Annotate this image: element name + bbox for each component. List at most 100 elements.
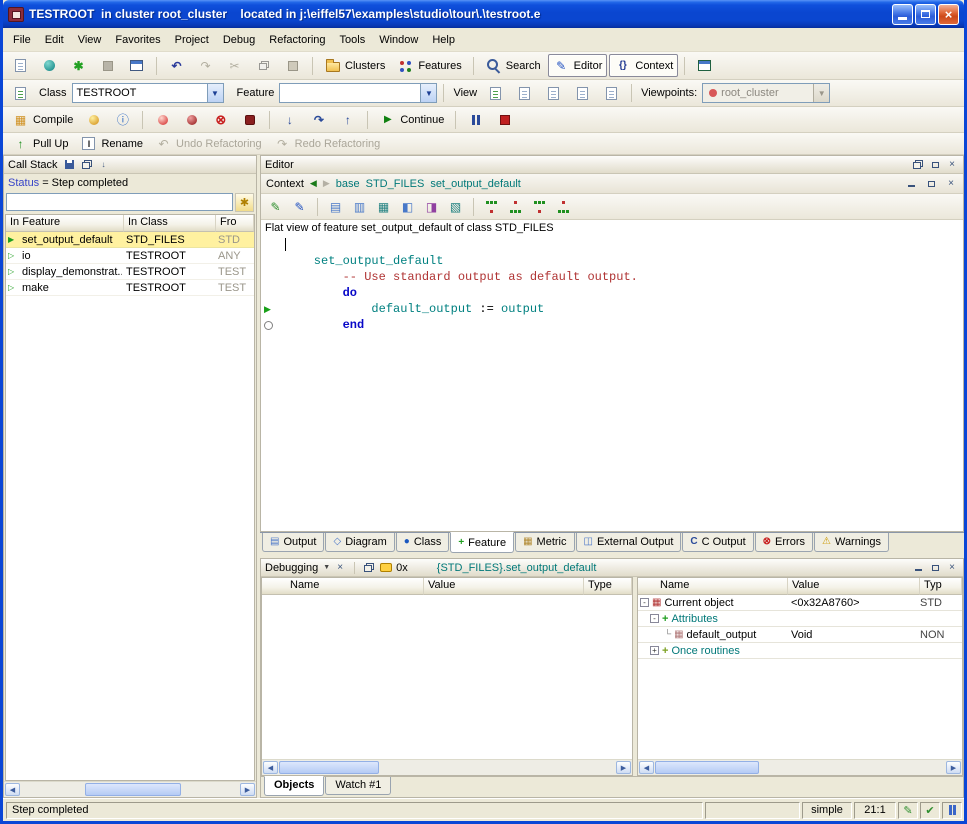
undo-button[interactable]: ↶ xyxy=(163,54,190,77)
menu-help[interactable]: Help xyxy=(425,31,462,49)
tab-objects[interactable]: Objects xyxy=(264,776,324,796)
tab-output[interactable]: ▤Output xyxy=(262,533,324,552)
code-line[interactable]: end xyxy=(261,317,963,333)
chevron-down-icon[interactable]: ▼ xyxy=(207,84,223,102)
ancestors-button[interactable] xyxy=(481,196,502,217)
tab-metric[interactable]: ▦Metric xyxy=(515,533,574,552)
cut-button[interactable]: ✂ xyxy=(221,54,248,77)
finalize-button[interactable] xyxy=(178,108,205,131)
paste-button[interactable] xyxy=(279,54,306,77)
tab-watch-1[interactable]: Watch #1 xyxy=(325,777,391,795)
tab-warnings[interactable]: ⚠Warnings xyxy=(814,533,889,552)
step-into-button[interactable]: ↓ xyxy=(276,108,303,131)
menu-debug[interactable]: Debug xyxy=(216,31,262,49)
minimize-panel-button[interactable] xyxy=(911,561,925,574)
watch-hscrollbar[interactable]: ◀ ▶ xyxy=(262,759,632,775)
app-icon[interactable] xyxy=(8,7,24,22)
scroll-right-button[interactable]: ▶ xyxy=(946,761,961,774)
breadcrumb-cluster[interactable]: base xyxy=(336,178,360,190)
step-over-button[interactable]: ↷ xyxy=(305,108,332,131)
features-button[interactable]: Features xyxy=(392,54,466,77)
tab-feature[interactable]: +Feature xyxy=(450,532,514,553)
tab-errors[interactable]: ⊗Errors xyxy=(755,533,813,552)
collapse-icon[interactable]: - xyxy=(640,598,649,607)
feature-clauses-button[interactable]: ▥ xyxy=(349,196,370,217)
call-stack-row[interactable]: ▷ display_demonstrat... TESTROOT TEST xyxy=(6,264,254,280)
minimize-button[interactable] xyxy=(892,4,913,25)
scroll-left-button[interactable]: ◀ xyxy=(263,761,278,774)
scroll-left-button[interactable]: ◀ xyxy=(5,783,20,796)
undo-refactoring-button[interactable]: ↶Undo Refactoring xyxy=(150,132,267,155)
close-panel-button[interactable]: × xyxy=(945,561,959,574)
menu-favorites[interactable]: Favorites xyxy=(108,31,167,49)
save-all-button[interactable] xyxy=(123,54,150,77)
external-commands-button[interactable] xyxy=(691,54,718,77)
once-features-button[interactable]: ▧ xyxy=(445,196,466,217)
flat-view-button[interactable] xyxy=(540,82,567,105)
code-line[interactable]: set_output_default xyxy=(261,253,963,269)
close-debug-button[interactable]: × xyxy=(333,561,347,574)
save-button[interactable] xyxy=(94,54,121,77)
step-out-button[interactable]: ↑ xyxy=(334,108,361,131)
menu-project[interactable]: Project xyxy=(168,31,216,49)
expand-icon[interactable]: + xyxy=(650,646,659,655)
scrollbar-track[interactable] xyxy=(21,783,239,796)
code-line[interactable] xyxy=(261,237,963,253)
dropdown-button[interactable]: ↓ xyxy=(97,158,111,171)
debugging-header[interactable]: Debugging ▼ × 0x {STD_FILES}.set_output_… xyxy=(261,559,963,577)
compile-button[interactable]: ▦Compile xyxy=(7,108,78,131)
callees-button[interactable] xyxy=(553,196,574,217)
rename-button[interactable]: IRename xyxy=(75,132,148,155)
close-panel-button[interactable]: × xyxy=(944,177,958,190)
object-tree-row[interactable]: └▦default_output Void NON xyxy=(638,627,962,643)
scroll-right-button[interactable]: ▶ xyxy=(240,783,255,796)
context-toggle-button[interactable]: {}Context xyxy=(609,54,678,77)
column-header-in-class[interactable]: In Class xyxy=(124,215,216,232)
breakpoint-slot-icon[interactable] xyxy=(264,321,273,330)
save-state-button[interactable]: ✔ xyxy=(920,802,940,819)
edit-feature-button[interactable]: ✎ xyxy=(265,196,286,217)
column-mode-button[interactable] xyxy=(942,802,962,819)
history-forward-icon[interactable]: ▶ xyxy=(323,178,330,189)
tab-class[interactable]: ●Class xyxy=(396,533,450,552)
column-header-type[interactable]: Type xyxy=(584,578,632,595)
new-document-button[interactable] xyxy=(7,54,34,77)
maximize-panel-button[interactable] xyxy=(928,158,942,171)
viewpoints-combo[interactable]: root_cluster ▼ xyxy=(702,83,830,103)
undock-button[interactable] xyxy=(911,158,925,171)
routines-button[interactable]: ▦ xyxy=(373,196,394,217)
column-header-from[interactable]: Fro xyxy=(216,215,254,232)
attributes-view-button[interactable]: ◧ xyxy=(397,196,418,217)
menu-tools[interactable]: Tools xyxy=(333,31,373,49)
class-combo-value[interactable]: TESTROOT xyxy=(73,87,207,99)
collapse-icon[interactable]: - xyxy=(650,614,659,623)
terminate-c-button[interactable] xyxy=(236,108,263,131)
code-line[interactable]: ▶ default_output := output xyxy=(261,301,963,317)
column-header-name[interactable]: Name xyxy=(262,578,424,595)
menu-file[interactable]: File xyxy=(6,31,38,49)
chevron-down-icon[interactable]: ▼ xyxy=(813,84,829,102)
search-button[interactable]: Search xyxy=(480,54,546,77)
close-panel-button[interactable]: × xyxy=(945,158,959,171)
call-stack-row[interactable]: ▷ make TESTROOT TEST xyxy=(6,280,254,296)
chevron-down-icon[interactable]: ▼ xyxy=(420,84,436,102)
freeze-button[interactable] xyxy=(149,108,176,131)
descendants-button[interactable] xyxy=(505,196,526,217)
restore-button[interactable] xyxy=(915,4,936,25)
object-tree-row[interactable]: ++Once routines xyxy=(638,643,962,659)
deferred-features-button[interactable]: ◨ xyxy=(421,196,442,217)
copy-button[interactable] xyxy=(250,54,277,77)
continue-button[interactable]: ▶Continue xyxy=(374,108,449,131)
compile-info-button[interactable]: ⓘ xyxy=(109,108,136,131)
redo-button[interactable]: ↷ xyxy=(192,54,219,77)
edit-state-button[interactable]: ✎ xyxy=(898,802,918,819)
chevron-down-icon[interactable]: ▼ xyxy=(323,564,330,571)
stack-expression-input[interactable] xyxy=(6,193,233,211)
editor-header[interactable]: Editor × xyxy=(261,156,963,174)
open-document-button[interactable] xyxy=(36,54,63,77)
scrollbar-track[interactable] xyxy=(655,761,945,774)
clickable-view-button[interactable] xyxy=(511,82,538,105)
contract-view-button[interactable] xyxy=(569,82,596,105)
scrollbar-thumb[interactable] xyxy=(85,783,181,796)
code-line[interactable]: do xyxy=(261,285,963,301)
